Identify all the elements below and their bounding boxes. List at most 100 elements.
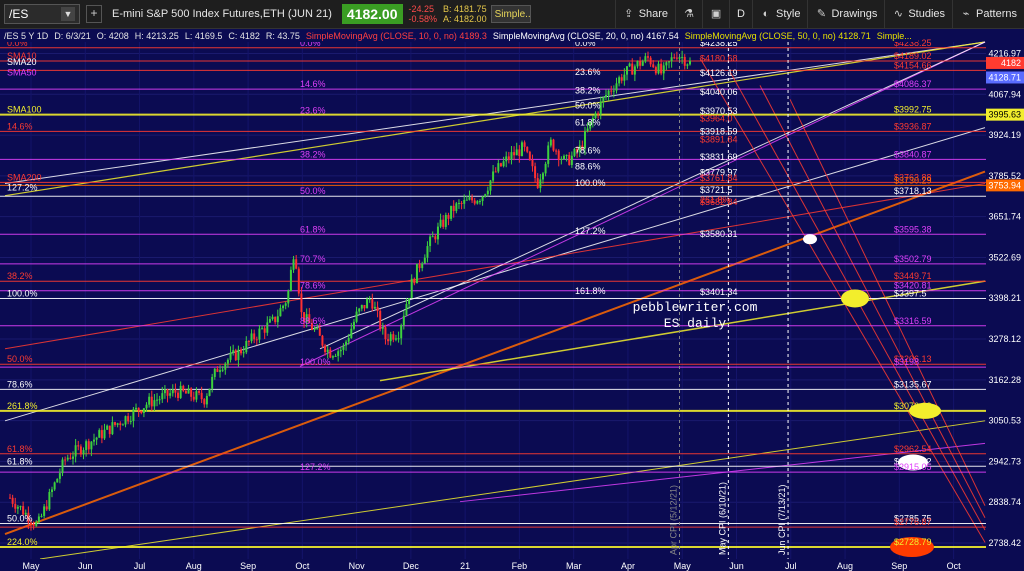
- symbol-selector[interactable]: /ES ▼: [4, 4, 80, 24]
- candle-body: [263, 328, 266, 333]
- add-symbol-button[interactable]: +: [86, 5, 102, 23]
- price-axis[interactable]: 4216.974067.943924.193785.523651.743522.…: [986, 28, 1024, 571]
- change-percent: -0.58%: [408, 14, 438, 24]
- price-label-center: $3721.5: [700, 185, 733, 195]
- symbol-text: /ES: [9, 7, 29, 21]
- candle-body: [408, 298, 411, 305]
- style-button[interactable]: ◐ Style: [752, 0, 807, 28]
- candle-body: [436, 226, 439, 240]
- candle-body: [683, 56, 686, 66]
- ohlc-low: L: 4169.5: [184, 30, 223, 41]
- candle-body: [555, 150, 558, 152]
- candle-body: [337, 351, 340, 356]
- camera-button[interactable]: ▣: [702, 0, 729, 28]
- fib-label-mid: 38.2%: [300, 149, 326, 159]
- sma-truncated-legend[interactable]: Simple...: [877, 31, 912, 41]
- candle-body: [211, 376, 214, 389]
- candle-body: [316, 328, 319, 330]
- candle-body: [639, 60, 642, 66]
- candle-body: [604, 95, 607, 98]
- candle-body: [124, 416, 127, 425]
- level-price-label: $3595.38: [894, 224, 932, 234]
- ohlc-date: D: 6/3/21: [54, 30, 91, 41]
- study-preset-dropdown[interactable]: Simple...: [490, 5, 531, 23]
- candle-body: [494, 171, 497, 173]
- candle-body: [628, 63, 631, 67]
- candle-body: [360, 305, 363, 309]
- sma10-legend[interactable]: SimpleMovingAvg (CLOSE, 10, 0, no) 4189.…: [306, 31, 487, 41]
- candle-body: [389, 334, 392, 342]
- candle-body: [667, 61, 670, 63]
- candle-body: [292, 259, 295, 270]
- candle-body: [342, 345, 345, 350]
- candle-body: [287, 290, 290, 304]
- candle-body: [652, 64, 655, 68]
- drawings-button[interactable]: ✎ Drawings: [807, 0, 884, 28]
- fib-label-mid: 61.8%: [300, 224, 326, 234]
- price-chart[interactable]: May CPI (6/10/21) Jun CPI (7/13/21) Apr CP…: [0, 0, 1024, 571]
- flask-button[interactable]: ⚗: [675, 0, 702, 28]
- candle-body: [9, 497, 11, 499]
- y-tick-label: 3522.69: [988, 252, 1021, 262]
- candle-body: [326, 349, 329, 353]
- fib-label-center: 38.2%: [575, 85, 601, 95]
- sma20-legend[interactable]: SimpleMovingAvg (CLOSE, 20, 0, no) 4167.…: [493, 31, 679, 41]
- candle-body: [32, 524, 35, 526]
- candle-body: [203, 399, 206, 405]
- candle-body: [234, 350, 237, 361]
- studies-button[interactable]: ∿ Studies: [884, 0, 952, 28]
- drawings-icon: ✎: [816, 8, 827, 20]
- candle-body: [114, 422, 117, 425]
- level-price-label: $3076.93: [894, 401, 932, 411]
- candle-body: [93, 439, 96, 442]
- candle-body: [499, 163, 502, 167]
- candle-body: [232, 350, 235, 353]
- fib-label-mid: 14.6%: [300, 79, 326, 89]
- ohlc-close: C: 4182: [228, 30, 260, 41]
- candle-body: [473, 200, 476, 204]
- candle-body: [457, 202, 460, 204]
- x-tick-label: Apr: [621, 561, 635, 571]
- candle-body: [646, 56, 649, 58]
- candle-body: [58, 473, 61, 479]
- time-axis[interactable]: May Jun Jul Aug Sep Oct Nov Dec 21 Feb Mar Apr May Ju…: [0, 559, 986, 571]
- candle-body: [177, 392, 180, 398]
- candle-body: [549, 139, 552, 146]
- candle-body: [85, 441, 88, 451]
- fib-label-left: 38.2%: [7, 271, 33, 281]
- candle-body: [418, 263, 421, 269]
- last-price: 4182.00: [341, 4, 403, 24]
- timeframe-button[interactable]: D: [729, 0, 752, 28]
- candle-body: [145, 404, 148, 409]
- level-price-label: $4154.66: [894, 60, 932, 70]
- ohlc-open: O: 4208: [96, 30, 129, 41]
- candle-body: [111, 422, 114, 435]
- candle-body: [478, 201, 481, 203]
- candle-body: [200, 392, 203, 400]
- candle-body: [14, 503, 17, 509]
- candle-body: [253, 333, 256, 340]
- fib-label-left: SMA200: [7, 172, 42, 182]
- patterns-button[interactable]: ⌁ Patterns: [952, 0, 1024, 28]
- fib-label-left: 50.0%: [7, 354, 33, 364]
- x-tick-label: Jun: [729, 561, 744, 571]
- share-button[interactable]: ⇪ Share: [614, 0, 675, 28]
- bid-value: B: 4181.75: [443, 4, 487, 14]
- price-label-center: $3831.69: [700, 152, 738, 162]
- candle-body: [526, 146, 529, 152]
- studies-icon: ∿: [893, 8, 903, 20]
- candle-body: [657, 63, 660, 74]
- candle-body: [387, 339, 390, 342]
- candle-body: [520, 142, 523, 157]
- candle-body: [562, 155, 565, 160]
- candle-body: [184, 390, 187, 394]
- candle-body: [352, 321, 355, 329]
- event-marker-label: Jun CPI (7/13/21): [777, 484, 787, 555]
- x-tick-label: Dec: [403, 561, 420, 571]
- candle-body: [247, 341, 250, 343]
- candle-body: [381, 327, 384, 329]
- x-tick-label: Aug: [837, 561, 853, 571]
- sma50-legend[interactable]: SimpleMovingAvg (CLOSE, 50, 0, no) 4128.…: [685, 31, 871, 41]
- ohlc-high: H: 4213.25: [134, 30, 179, 41]
- timeframe-label: D: [737, 8, 745, 20]
